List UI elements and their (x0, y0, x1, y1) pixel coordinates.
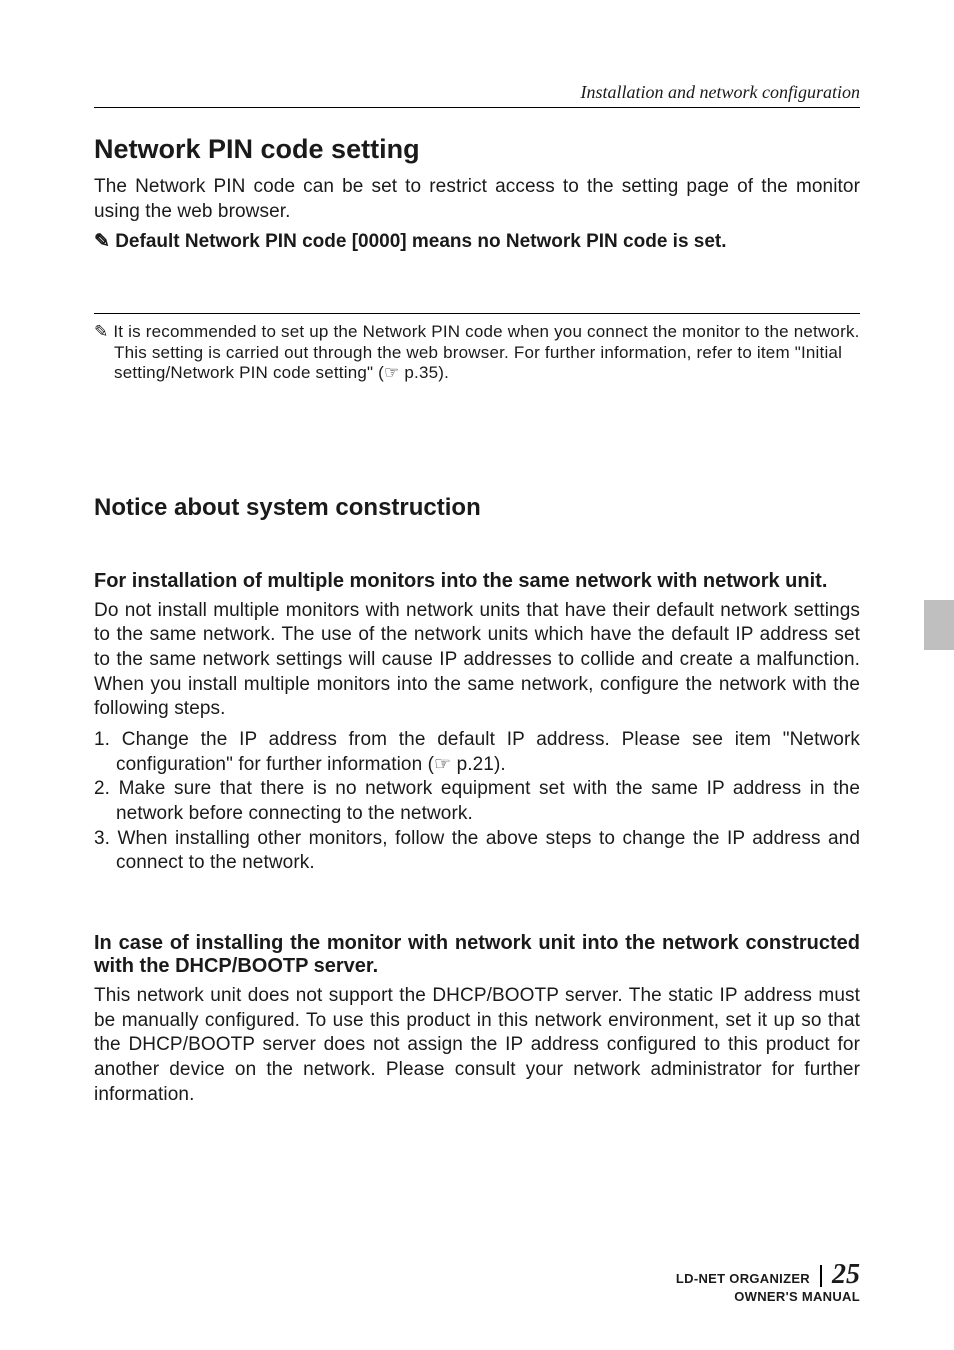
intro-text: The Network PIN code can be set to restr… (94, 175, 860, 224)
heading-network-pin: Network PIN code setting (94, 134, 860, 165)
section-tab (924, 600, 954, 650)
footer-brand: LD-NET ORGANIZER (676, 1271, 810, 1286)
step-3: 3. When installing other monitors, follo… (94, 827, 860, 876)
page-content: Installation and network configuration N… (0, 0, 954, 1108)
running-head: Installation and network configuration (94, 82, 860, 108)
note-divider: ✎ It is recommended to set up the Networ… (94, 313, 860, 383)
footer-divider (820, 1265, 822, 1287)
step-1: 1. Change the IP address from the defaul… (94, 728, 860, 777)
multiple-monitors-body: Do not install multiple monitors with ne… (94, 599, 860, 722)
default-pin-note: ✎ Default Network PIN code [0000] means … (94, 230, 860, 253)
page-footer: LD-NET ORGANIZER 25 OWNER'S MANUAL (676, 1259, 860, 1304)
footer-subtitle: OWNER'S MANUAL (676, 1289, 860, 1304)
subheading-multiple-monitors: For installation of multiple monitors in… (94, 570, 860, 593)
step-2: 2. Make sure that there is no network eq… (94, 777, 860, 826)
pin-recommendation-note: ✎ It is recommended to set up the Networ… (94, 322, 860, 383)
heading-notice: Notice about system construction (94, 494, 860, 522)
subheading-dhcp: In case of installing the monitor with n… (94, 932, 860, 978)
page-number: 25 (832, 1259, 860, 1291)
dhcp-body: This network unit does not support the D… (94, 984, 860, 1107)
